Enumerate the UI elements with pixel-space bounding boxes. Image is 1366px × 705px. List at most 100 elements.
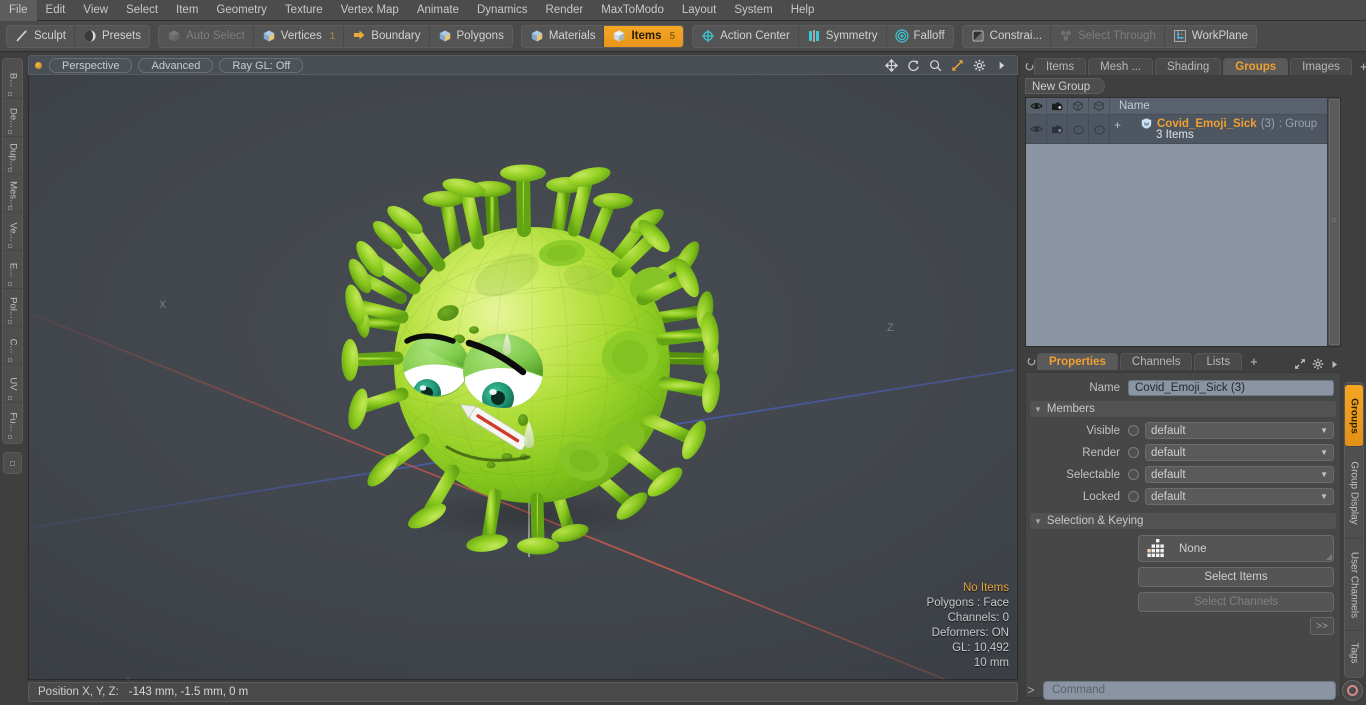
rtab-user-channels[interactable]: User Channels xyxy=(1345,539,1363,631)
menu-item-edit[interactable]: Edit xyxy=(37,0,75,21)
boundary-button[interactable]: Boundary xyxy=(344,25,430,47)
left-strip-extra-button[interactable] xyxy=(3,452,22,474)
render-led-icon[interactable] xyxy=(1128,447,1139,458)
panel-pin-icon[interactable] xyxy=(1025,57,1034,75)
members-section-header[interactable]: ▼ Members xyxy=(1030,401,1336,417)
presets-button[interactable]: Presets xyxy=(75,26,149,47)
auto-select-button[interactable]: Auto Select xyxy=(159,25,254,47)
chevron-right-icon[interactable] xyxy=(995,59,1008,72)
materials-button[interactable]: Materials xyxy=(522,25,605,47)
row-render-toggle[interactable] xyxy=(1047,115,1068,143)
left-tab-curve[interactable]: C... xyxy=(3,327,22,365)
viewport-raygl-button[interactable]: Ray GL: Off xyxy=(219,57,304,73)
row-visibility-toggle[interactable] xyxy=(1026,115,1047,143)
col-render[interactable] xyxy=(1047,98,1068,115)
zoom-magnifier-icon[interactable] xyxy=(929,59,942,72)
table-row[interactable]: + Covid_Emoji_Sick (3) : Group 3 Items xyxy=(1026,115,1340,144)
tab-shading[interactable]: Shading xyxy=(1155,58,1222,75)
items-button[interactable]: Items 5 xyxy=(604,25,684,47)
gear-icon[interactable] xyxy=(973,59,986,72)
menu-item-layout[interactable]: Layout xyxy=(673,0,726,21)
selectable-dropdown[interactable]: default ▼ xyxy=(1145,466,1334,483)
command-input[interactable] xyxy=(1043,680,1336,700)
menu-item-file[interactable]: File xyxy=(0,0,37,21)
tab-add-button[interactable]: + xyxy=(1354,58,1366,75)
left-tab-polygon[interactable]: Pol... xyxy=(3,289,22,327)
name-field[interactable]: Covid_Emoji_Sick (3) xyxy=(1128,379,1334,396)
row-selectable-toggle[interactable] xyxy=(1068,115,1089,143)
visible-led-icon[interactable] xyxy=(1128,425,1139,436)
polygons-button[interactable]: Polygons xyxy=(430,26,512,47)
tab-groups[interactable]: Groups xyxy=(1223,58,1289,75)
action-center-button[interactable]: Action Center xyxy=(693,25,799,47)
col-locked[interactable] xyxy=(1089,98,1110,115)
menu-item-render[interactable]: Render xyxy=(536,0,592,21)
menu-item-texture[interactable]: Texture xyxy=(276,0,332,21)
menu-item-geometry[interactable]: Geometry xyxy=(207,0,276,21)
col-visibility[interactable] xyxy=(1026,98,1047,115)
rtab-group-display[interactable]: Group Display xyxy=(1345,447,1363,539)
left-tab-mesh[interactable]: Mes... xyxy=(3,175,22,213)
constraint-button[interactable]: Constrai... xyxy=(963,25,1052,47)
more-options-button[interactable]: >> xyxy=(1310,617,1334,635)
symmetry-button[interactable]: Symmetry xyxy=(799,25,887,47)
viewport-3d[interactable]: X Z No Items Polygons: Face Channels: 0… xyxy=(28,75,1018,680)
menu-item-animate[interactable]: Animate xyxy=(408,0,468,21)
locked-led-icon[interactable] xyxy=(1128,491,1139,502)
rtab-tags[interactable]: Tags xyxy=(1345,631,1363,675)
left-tab-duplicate[interactable]: Dup... xyxy=(3,137,22,175)
pan-move-icon[interactable] xyxy=(885,58,898,72)
left-tab-deform[interactable]: De... xyxy=(3,99,22,137)
workplane-button[interactable]: WorkPlane xyxy=(1165,26,1256,47)
rotate-icon[interactable] xyxy=(907,59,920,72)
tab-add-button[interactable]: + xyxy=(1244,353,1264,370)
tab-mesh[interactable]: Mesh ... xyxy=(1088,58,1154,75)
groups-list[interactable]: Name + Covid_Emoji_Sick (3): Group 3 It… xyxy=(1025,97,1341,347)
panel-pin-icon[interactable] xyxy=(1025,352,1037,370)
fit-expand-icon[interactable] xyxy=(951,59,964,72)
gear-icon[interactable] xyxy=(1312,358,1324,370)
menu-item-maxtomodo[interactable]: MaxToModo xyxy=(592,0,673,21)
select-items-button[interactable]: Select Items xyxy=(1138,567,1334,587)
row-expander-icon[interactable]: + xyxy=(1114,118,1121,132)
vertices-button[interactable]: Vertices 1 xyxy=(254,25,345,47)
render-dropdown[interactable]: default ▼ xyxy=(1145,444,1334,461)
left-tab-uv[interactable]: UV xyxy=(3,365,22,403)
row-lock-toggle[interactable] xyxy=(1089,115,1110,143)
menu-item-help[interactable]: Help xyxy=(782,0,824,21)
selectable-led-icon[interactable] xyxy=(1128,469,1139,480)
left-tab-edge[interactable]: E... xyxy=(3,251,22,289)
tab-properties[interactable]: Properties xyxy=(1037,353,1118,370)
selection-set-none-button[interactable]: None xyxy=(1138,535,1334,562)
new-group-button[interactable]: New Group xyxy=(1025,77,1106,94)
visible-dropdown[interactable]: default ▼ xyxy=(1145,422,1334,439)
expand-panel-icon[interactable] xyxy=(1294,358,1306,370)
left-tab-fusion[interactable]: Fu... xyxy=(3,403,22,441)
col-selectable[interactable] xyxy=(1068,98,1089,115)
select-through-button[interactable]: Select Through xyxy=(1051,25,1165,47)
viewport-shading-button[interactable]: Advanced xyxy=(138,57,214,73)
locked-dropdown[interactable]: default ▼ xyxy=(1145,488,1334,505)
groups-list-scrollbar[interactable] xyxy=(1327,98,1340,346)
left-tab-basic[interactable]: B... xyxy=(3,61,22,99)
falloff-button[interactable]: Falloff xyxy=(887,26,953,47)
command-record-button[interactable] xyxy=(1342,679,1363,701)
chevron-right-icon[interactable] xyxy=(1330,359,1339,370)
tab-images[interactable]: Images xyxy=(1290,58,1352,75)
viewport-projection-button[interactable]: Perspective xyxy=(49,57,133,73)
scrollbar-thumb[interactable] xyxy=(1329,99,1340,345)
row-name-cell[interactable]: + Covid_Emoji_Sick (3) : Group 3 Items xyxy=(1110,115,1340,143)
rtab-groups[interactable]: Groups xyxy=(1345,385,1363,447)
tab-items[interactable]: Items xyxy=(1034,58,1087,75)
tab-lists[interactable]: Lists xyxy=(1194,353,1243,370)
menu-item-view[interactable]: View xyxy=(74,0,117,21)
tab-channels[interactable]: Channels xyxy=(1119,353,1193,370)
menu-item-select[interactable]: Select xyxy=(117,0,167,21)
menu-item-dynamics[interactable]: Dynamics xyxy=(468,0,536,21)
left-tab-vertex[interactable]: Ve... xyxy=(3,213,22,251)
menu-item-vertex-map[interactable]: Vertex Map xyxy=(332,0,408,21)
menu-item-system[interactable]: System xyxy=(725,0,781,21)
selection-keying-section-header[interactable]: ▼ Selection & Keying xyxy=(1030,513,1336,529)
groups-list-empty-area[interactable] xyxy=(1026,144,1340,346)
menu-item-item[interactable]: Item xyxy=(167,0,207,21)
